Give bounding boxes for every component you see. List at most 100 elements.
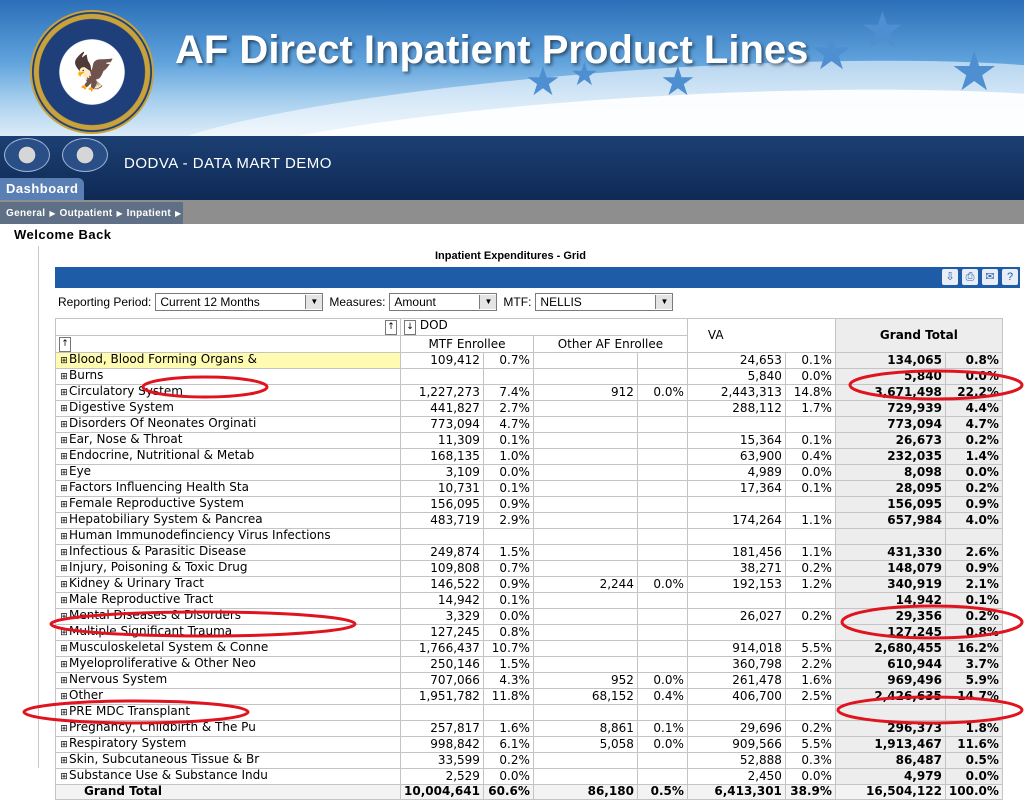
expand-icon[interactable]: ⊞ <box>59 547 69 560</box>
row-label[interactable]: ⊞Male Reproductive Tract <box>55 592 401 609</box>
grand-total-header: Grand Total <box>834 318 1003 353</box>
row-label[interactable]: ⊞Burns <box>55 368 401 385</box>
mtf-pct <box>482 528 534 545</box>
expand-icon[interactable]: ⊞ <box>59 371 69 384</box>
expand-icon[interactable]: ⊞ <box>59 707 69 720</box>
collapse-icon[interactable]: ↑ <box>59 337 71 352</box>
email-icon[interactable]: ✉ <box>982 269 998 285</box>
row-label[interactable]: ⊞Infectious & Parasitic Disease <box>55 544 401 561</box>
row-label[interactable]: ⊞Factors Influencing Health Sta <box>55 480 401 497</box>
expand-icon[interactable]: ⊞ <box>59 611 69 624</box>
expand-icon[interactable]: ⊞ <box>59 675 69 688</box>
chevron-down-icon: ▼ <box>479 295 497 309</box>
tab-dashboard[interactable]: Dashboard <box>0 178 85 200</box>
expand-icon[interactable]: ⊞ <box>59 435 69 448</box>
row-label[interactable]: ⊞Musculoskeletal System & Conne <box>55 640 401 657</box>
row-label[interactable]: ⊞Female Reproductive System <box>55 496 401 513</box>
row-label[interactable]: ⊞Circulatory System <box>55 384 401 401</box>
row-label[interactable]: ⊞PRE MDC Transplant <box>55 704 401 721</box>
expand-icon[interactable]: ↓ <box>404 320 416 335</box>
row-label[interactable]: ⊞Hepatobiliary System & Pancrea <box>55 512 401 529</box>
expand-icon[interactable]: ⊞ <box>59 355 69 368</box>
measures-select[interactable]: Amount ▼ <box>389 293 498 311</box>
expand-icon[interactable]: ⊞ <box>59 771 69 784</box>
row-label-text: Kidney & Urinary Tract <box>69 576 204 590</box>
expand-icon[interactable]: ⊞ <box>59 563 69 576</box>
table-row: ⊞Nervous System 707,066 4.3% 952 0.0% 261,478… <box>55 672 1003 689</box>
va-value: 261,478 <box>686 672 786 689</box>
row-label[interactable]: ⊞Endocrine, Nutritional & Metab <box>55 448 401 465</box>
expand-icon[interactable]: ⊞ <box>59 739 69 752</box>
row-label-text: Multiple Significant Trauma <box>69 624 233 638</box>
row-label[interactable]: ⊞Mental Diseases & Disorders <box>55 608 401 625</box>
row-label[interactable]: ⊞Respiratory System <box>55 736 401 753</box>
row-label[interactable]: ⊞Eye <box>55 464 401 481</box>
help-icon[interactable]: ? <box>1002 269 1018 285</box>
expand-icon[interactable]: ⊞ <box>59 723 69 736</box>
va-pct: 2.5% <box>784 688 836 705</box>
expand-icon[interactable]: ⊞ <box>59 755 69 768</box>
grand-total-value: 657,984 <box>834 512 946 529</box>
expand-icon[interactable]: ⊞ <box>59 451 69 464</box>
row-label[interactable]: ⊞Myeloproliferative & Other Neo <box>55 656 401 673</box>
period-select[interactable]: Current 12 Months ▼ <box>155 293 324 311</box>
total-other: 86,180 <box>532 784 638 800</box>
subnav-general[interactable]: General <box>2 208 49 219</box>
print-icon[interactable]: ⎙ <box>962 269 978 285</box>
row-label[interactable]: ⊞Other <box>55 688 401 705</box>
expand-icon[interactable]: ⊞ <box>59 419 69 432</box>
table-row: ⊞Respiratory System 998,842 6.1% 5,058 0.0% 9… <box>55 736 1003 753</box>
collapse-icon[interactable]: ↑ <box>385 320 397 335</box>
expand-icon[interactable]: ⊞ <box>59 387 69 400</box>
row-label[interactable]: ⊞Multiple Significant Trauma <box>55 624 401 641</box>
other-pct <box>636 592 688 609</box>
row-label[interactable]: ⊞Skin, Subcutaneous Tissue & Br <box>55 752 401 769</box>
row-label[interactable]: ⊞Human Immunodefinciency Virus Infection… <box>55 528 401 545</box>
row-label-text: Burns <box>69 368 104 382</box>
welcome-text: Welcome Back <box>14 227 112 242</box>
row-label[interactable]: ⊞Digestive System <box>55 400 401 417</box>
export-icon[interactable]: ⇩ <box>942 269 958 285</box>
row-label[interactable]: ⊞Blood, Blood Forming Organs & <box>55 352 401 369</box>
row-label[interactable]: ⊞Nervous System <box>55 672 401 689</box>
expand-icon[interactable]: ⊞ <box>59 691 69 704</box>
total-gt: 16,504,122 <box>834 784 946 800</box>
other-value <box>532 416 638 433</box>
expand-icon[interactable]: ⊞ <box>59 403 69 416</box>
va-seal: 🦅 <box>30 10 154 134</box>
slide-banner: ★ ★ ★ ★ ★ ★ 🦅 AF Direct Inpatient Produc… <box>0 0 1024 136</box>
expand-icon[interactable]: ⊞ <box>59 499 69 512</box>
row-label[interactable]: ⊞Kidney & Urinary Tract <box>55 576 401 593</box>
expand-icon[interactable]: ⊞ <box>59 515 69 528</box>
row-label[interactable]: ⊞Pregnancy, Childbirth & The Pu <box>55 720 401 737</box>
row-label-text: Mental Diseases & Disorders <box>69 608 242 622</box>
row-label[interactable]: ⊞Substance Use & Substance Indu <box>55 768 401 785</box>
va-value: 52,888 <box>686 752 786 769</box>
expand-icon[interactable]: ⊞ <box>59 627 69 640</box>
row-label[interactable]: ⊞Injury, Poisoning & Toxic Drug <box>55 560 401 577</box>
row-label[interactable]: ⊞Ear, Nose & Throat <box>55 432 401 449</box>
filter-bar: Reporting Period: Current 12 Months ▼ Me… <box>58 292 679 312</box>
mtf-value: 146,522 <box>400 576 484 593</box>
expand-icon[interactable]: ⊞ <box>59 595 69 608</box>
table-row: ⊞Mental Diseases & Disorders 3,329 0.0% 26,… <box>55 608 1003 625</box>
expand-icon[interactable]: ⊞ <box>59 467 69 480</box>
expand-icon[interactable]: ⊞ <box>59 483 69 496</box>
subnav-inpatient[interactable]: Inpatient <box>123 208 175 219</box>
subnav-outpatient[interactable]: Outpatient <box>56 208 117 219</box>
other-value: 952 <box>532 672 638 689</box>
expand-icon[interactable]: ⊞ <box>59 579 69 592</box>
grand-total-value <box>834 528 946 545</box>
grand-total-value: 28,095 <box>834 480 946 497</box>
dod-label: DOD <box>419 318 448 332</box>
va-pct: 0.2% <box>784 560 836 577</box>
other-pct <box>636 640 688 657</box>
grand-total-value: 4,979 <box>834 768 946 785</box>
expand-icon[interactable]: ⊞ <box>59 643 69 656</box>
expand-icon[interactable]: ⊞ <box>59 531 69 544</box>
va-value: 181,456 <box>686 544 786 561</box>
expand-icon[interactable]: ⊞ <box>59 659 69 672</box>
mtf-select[interactable]: NELLIS ▼ <box>535 293 674 311</box>
row-label[interactable]: ⊞Disorders Of Neonates Orginati <box>55 416 401 433</box>
va-pct <box>784 704 836 721</box>
